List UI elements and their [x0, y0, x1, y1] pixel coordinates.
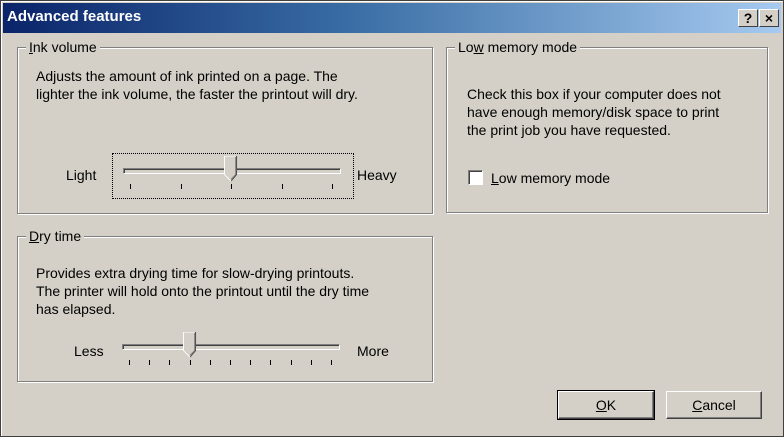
- slider-tick: [231, 184, 232, 189]
- title-bar[interactable]: Advanced features ? ×: [3, 3, 781, 33]
- slider-tick: [149, 360, 150, 365]
- slider-tick: [230, 360, 231, 365]
- slider-tick: [181, 184, 182, 189]
- ok-button[interactable]: OK: [557, 390, 655, 420]
- dialog-title: Advanced features: [7, 8, 142, 25]
- dry-time-slider[interactable]: [112, 330, 352, 374]
- slider-tick: [190, 360, 191, 365]
- help-icon: ?: [743, 10, 753, 26]
- slider-tick: [130, 184, 131, 189]
- dry-time-legend: Dry time: [26, 228, 85, 244]
- ink-volume-slider-thumb[interactable]: [224, 156, 238, 182]
- close-icon: ×: [764, 10, 774, 26]
- slider-tick: [331, 360, 332, 365]
- slider-tick: [291, 360, 292, 365]
- ink-volume-slider[interactable]: [112, 153, 354, 199]
- slider-tick: [250, 360, 251, 365]
- ink-volume-legend: Ink volume: [26, 39, 100, 55]
- ink-volume-description: Adjusts the amount of ink printed on a p…: [36, 68, 358, 102]
- ink-volume-min-label: Light: [66, 167, 97, 183]
- dry-time-min-label: Less: [74, 343, 104, 359]
- dry-time-slider-thumb[interactable]: [183, 332, 197, 358]
- dry-time-description: Provides extra drying time for slow-dryi…: [36, 265, 370, 317]
- help-button[interactable]: ?: [738, 9, 758, 27]
- slider-tick: [129, 360, 130, 365]
- ink-volume-max-label: Heavy: [357, 167, 397, 183]
- slider-tick: [311, 360, 312, 365]
- close-button[interactable]: ×: [759, 9, 779, 27]
- low-memory-description: Check this box if your computer does not…: [467, 86, 721, 138]
- slider-tick: [332, 184, 333, 189]
- slider-tick: [282, 184, 283, 189]
- low-memory-legend: Low memory mode: [455, 39, 581, 55]
- dry-time-max-label: More: [357, 343, 389, 359]
- slider-tick: [270, 360, 271, 365]
- slider-tick: [169, 360, 170, 365]
- low-memory-checkbox[interactable]: [468, 170, 483, 185]
- slider-tick: [210, 360, 211, 365]
- dry-time-slider-track: [122, 344, 340, 350]
- cancel-button[interactable]: Cancel: [666, 391, 762, 419]
- low-memory-checkbox-label[interactable]: Low memory mode: [491, 170, 610, 186]
